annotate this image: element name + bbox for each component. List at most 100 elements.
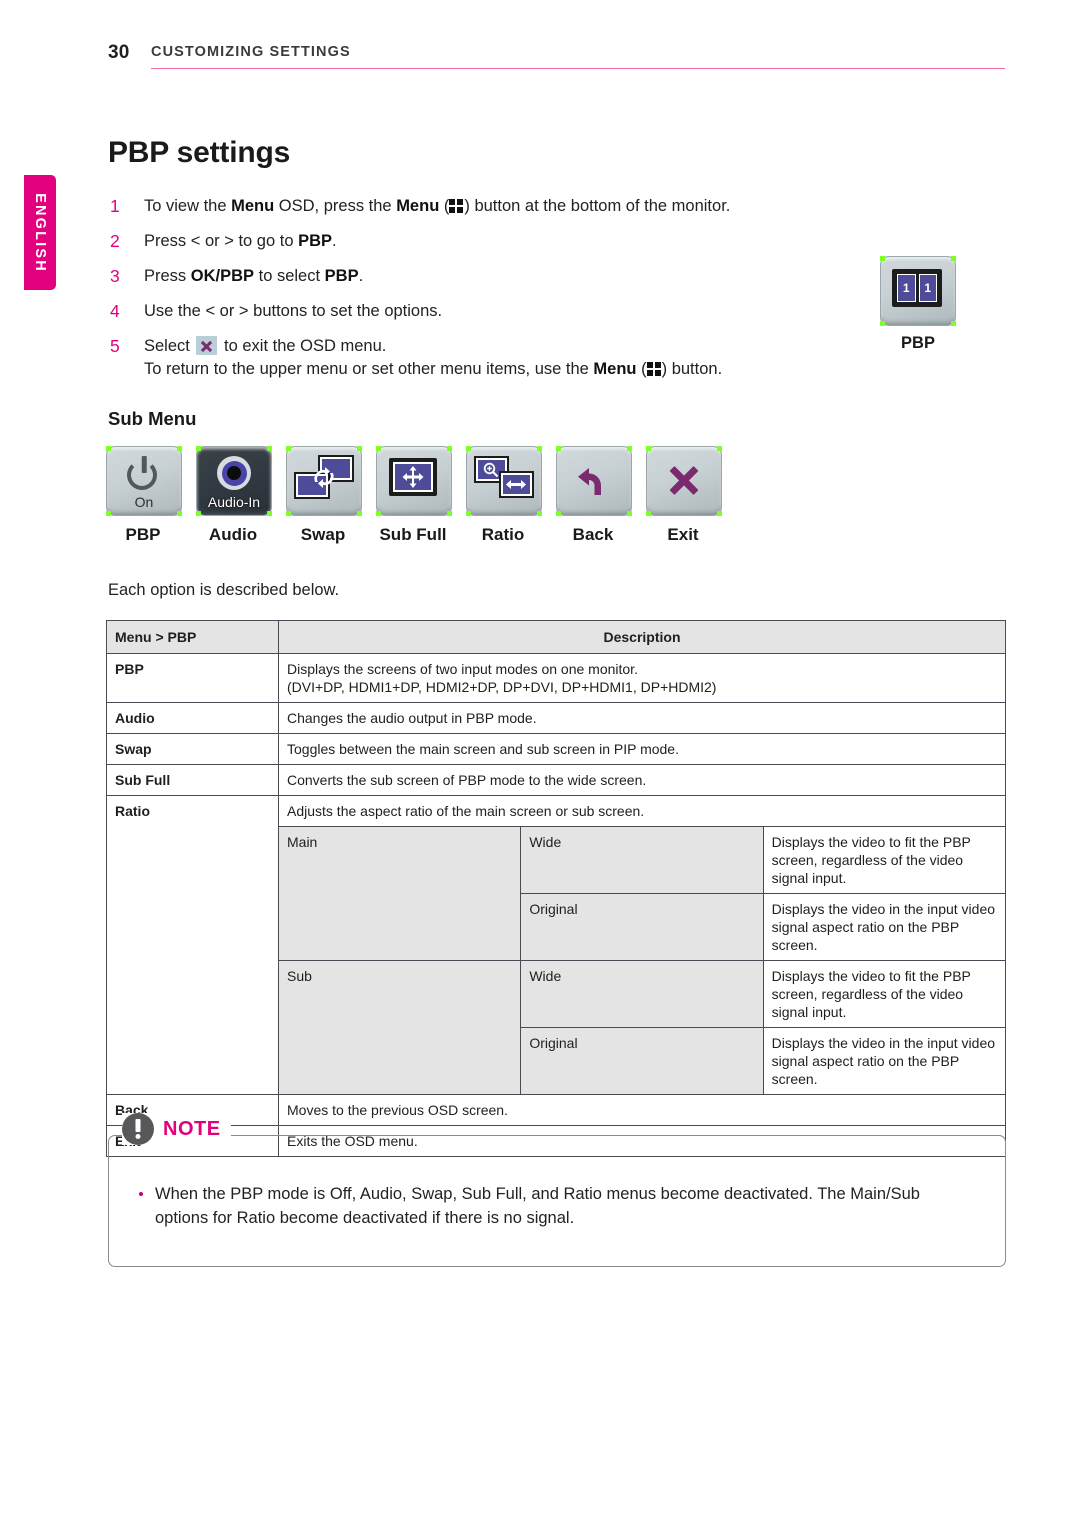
table-cell-description: Converts the sub screen of PBP mode to t… [278, 764, 1006, 796]
table-row-ratio: Ratio Adjusts the aspect ratio of the mai… [106, 795, 1006, 1095]
power-key: On [106, 446, 182, 516]
table-cell-description: Moves to the previous OSD screen. [278, 1094, 1006, 1126]
exit-x-icon [196, 336, 218, 355]
table-cell-description: Displays the video to fit the PBP screen… [762, 826, 1007, 894]
sub-menu-label-audio: Audio [208, 525, 258, 544]
sub-menu-item-exit: Exit [646, 446, 722, 545]
pbp-illustration: 1 1 PBP [880, 256, 956, 353]
note-item: When the PBP mode is Off, Audio, Swap, S… [137, 1182, 977, 1230]
swap-arrows-icon [314, 467, 334, 488]
step-number: 3 [110, 266, 120, 286]
audio-key: Audio-In [196, 446, 272, 516]
steps-list: 1 To view the Menu OSD, press the Menu ()… [108, 195, 868, 381]
table-cell-option: Wide [520, 826, 764, 894]
ratio-key [466, 446, 542, 516]
table-cell-option: Original [520, 893, 764, 961]
table-cell-option: Original [520, 1027, 764, 1095]
sub-menu-label-exit: Exit [667, 525, 699, 544]
sub-menu-label-back: Back [572, 525, 614, 544]
step-item: 3 Press OK/PBP to select PBP. [108, 265, 868, 300]
horizontal-arrow-icon [506, 480, 526, 489]
sub-menu-item-ratio: Ratio [466, 446, 542, 545]
menu-grid-icon [449, 198, 464, 213]
table-cell-description: Displays the video in the input video si… [762, 893, 1007, 961]
step-item: 1 To view the Menu OSD, press the Menu ()… [108, 195, 868, 230]
table-row: Audio Changes the audio output in PBP mod… [106, 702, 1006, 734]
step-text: Select to exit the OSD menu. To return to… [144, 336, 723, 378]
table-row: Back Moves to the previous OSD screen. [106, 1094, 1006, 1126]
sub-menu-item-back: Back [556, 446, 632, 545]
step-text: Press OK/PBP to select PBP. [144, 267, 364, 285]
expand-arrows-icon [402, 466, 424, 488]
page-header: 30 CUSTOMIZING SETTINGS [108, 42, 1005, 72]
language-tab: ENGLISH [24, 175, 56, 290]
table-cell-description: Toggles between the main screen and sub … [278, 733, 1006, 765]
table-cell-name: Audio [106, 702, 279, 734]
exclamation-icon [122, 1113, 154, 1145]
table-cell-description: Changes the audio output in PBP mode. [278, 702, 1006, 734]
audio-key-caption: Audio-In [207, 494, 261, 510]
table-cell-name: Sub Full [106, 764, 279, 796]
header-divider [151, 68, 1005, 70]
sub-full-key [376, 446, 452, 516]
pbp-illustration-label: PBP [901, 334, 935, 352]
step-text: Press < or > to go to PBP. [144, 232, 337, 250]
sub-menu-title: Sub Menu [108, 408, 197, 429]
step-number: 4 [110, 301, 120, 321]
step-number: 5 [110, 336, 120, 356]
note-title: NOTE [163, 1117, 221, 1140]
note-section: NOTE When the PBP mode is Off, Audio, Sw… [108, 1113, 1006, 1267]
table-cell-group-name: Main [277, 826, 522, 961]
step-item: 5 Select to exit the OSD menu. To return t… [108, 335, 868, 381]
step-number: 2 [110, 231, 120, 251]
table-cell-name: PBP [106, 653, 279, 703]
exit-key [646, 446, 722, 516]
step-item: 2 Press < or > to go to PBP. [108, 230, 868, 265]
table-cell-name: Ratio [106, 795, 279, 1095]
sub-menu-label-swap: Swap [300, 525, 346, 544]
audio-in-icon [217, 456, 251, 490]
table-row: Swap Toggles between the main screen and … [106, 733, 1006, 765]
sub-menu-item-swap: Swap [286, 446, 362, 545]
page-number: 30 [108, 42, 130, 63]
sub-full-icon [389, 458, 437, 496]
table-row: Sub Full Converts the sub screen of PBP m… [106, 764, 1006, 796]
language-tab-label: ENGLISH [32, 192, 48, 273]
power-key-caption: On [134, 494, 154, 510]
ratio-icon [474, 456, 534, 498]
sub-menu-label-pbp: PBP [125, 525, 161, 544]
table-header-row: Menu > PBP Description [106, 620, 1006, 654]
table-cell-description: Displays the screens of two input modes … [278, 653, 1006, 703]
sub-menu-icon-row: On PBP Audio-In Audio Swap Sub Full Rati… [106, 446, 722, 545]
table-header-menu: Menu > PBP [106, 620, 279, 654]
table-cell-description: Displays the video to fit the PBP screen… [762, 960, 1007, 1028]
table-header-description: Description [278, 620, 1006, 654]
table-cell-description: Adjusts the aspect ratio of the main scr… [278, 795, 1006, 827]
magnifier-icon [483, 462, 499, 478]
menu-grid-icon [646, 361, 662, 376]
step-number: 1 [110, 196, 120, 216]
swap-icon [294, 455, 354, 499]
step-item: 4 Use the < or > buttons to set the optio… [108, 300, 868, 335]
pbp-screen-graphic: 1 1 [892, 269, 942, 307]
sub-menu-label-subfull: Sub Full [379, 525, 447, 544]
note-box: When the PBP mode is Off, Audio, Swap, S… [108, 1135, 1006, 1267]
note-badge: NOTE [122, 1113, 231, 1145]
step-text: To view the Menu OSD, press the Menu () … [144, 197, 731, 215]
each-option-text: Each option is described below. [108, 581, 340, 599]
note-list: When the PBP mode is Off, Audio, Swap, S… [137, 1182, 977, 1230]
table-cell-name: Swap [106, 733, 279, 765]
exit-x-icon [667, 464, 701, 498]
pbp-pane-right: 1 [918, 274, 937, 302]
table-cell-option: Wide [520, 960, 764, 1028]
pbp-description-table: Menu > PBP Description PBP Displays the scr… [106, 620, 1007, 1157]
page-title: PBP settings [108, 136, 291, 169]
power-icon [127, 456, 161, 491]
swap-key [286, 446, 362, 516]
sub-menu-item-audio: Audio-In Audio [196, 446, 272, 545]
back-key [556, 446, 632, 516]
back-arrow-icon [578, 468, 601, 495]
sub-menu-item-subfull: Sub Full [376, 446, 452, 545]
step-text: Use the < or > buttons to set the option… [144, 302, 443, 320]
table-cell-description: Displays the video in the input video si… [762, 1027, 1007, 1095]
